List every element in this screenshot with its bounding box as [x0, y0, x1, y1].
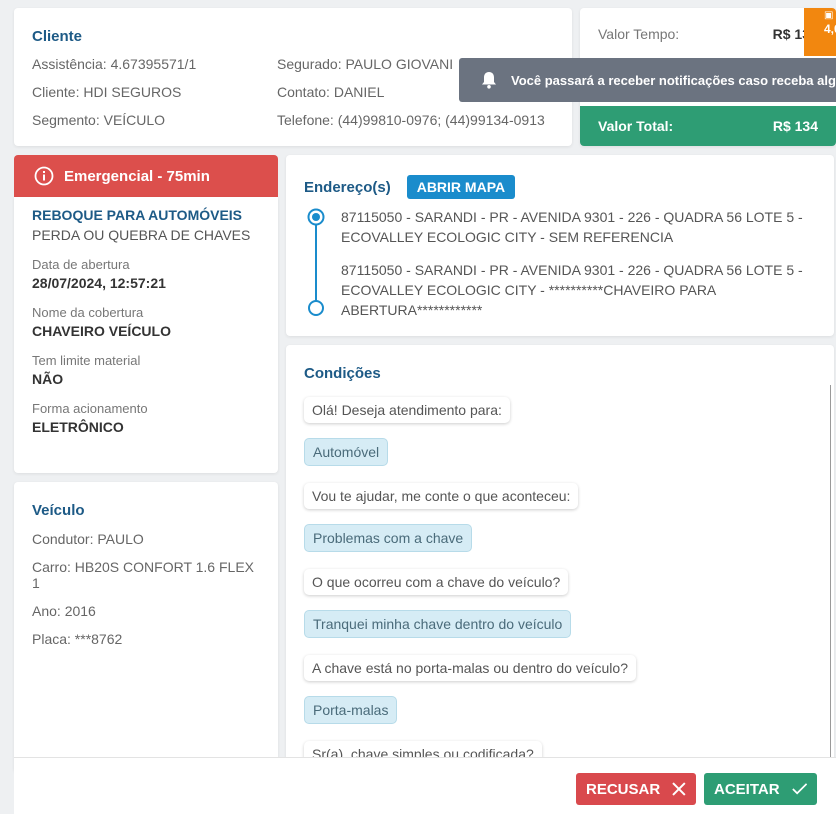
servico-motivo: PERDA OU QUEBRA DE CHAVES — [32, 227, 251, 243]
cobertura-label: Nome da cobertura — [32, 305, 144, 320]
servico-tipo: REBOQUE PARA AUTOMÓVEIS — [32, 207, 243, 223]
endereco-title: Endereço(s) — [304, 178, 391, 196]
endereco-destino: 87115050 - SARANDI - PR - AVENIDA 9301 -… — [341, 262, 803, 318]
chat-answer: Porta-malas — [304, 696, 398, 724]
close-icon — [672, 782, 686, 796]
forma-acionamento-value: ELETRÔNICO — [32, 419, 124, 435]
veiculo-title: Veículo — [32, 502, 85, 519]
segurado-label: Segurado: — [277, 56, 342, 72]
valor-tempo-row: Valor Tempo: R$ 13 — [598, 26, 818, 42]
cliente-label: Cliente: — [32, 84, 80, 100]
bell-icon — [482, 72, 496, 89]
veiculo-ano: Ano: 2016 — [32, 603, 96, 619]
assistencia-value: 4.67395571/1 — [110, 56, 197, 72]
condicoes-scrollbar[interactable] — [830, 385, 834, 765]
action-footer: RECUSAR ACEITAR — [14, 757, 836, 814]
contato-value: DANIEL — [333, 84, 385, 100]
contato-label: Contato: — [277, 84, 330, 100]
aceitar-label: ACEITAR — [714, 780, 780, 798]
telefone-label: Telefone: — [277, 112, 334, 128]
data-abertura-value: 28/07/2024, 12:57:21 — [32, 275, 166, 291]
servico-card: REBOQUE PARA AUTOMÓVEIS PERDA OU QUEBRA … — [14, 197, 278, 473]
assistencia-label: Assistência: — [32, 56, 107, 72]
abrir-mapa-button[interactable]: ABRIR MAPA — [406, 175, 516, 199]
chat-question: O que ocorreu com a chave do veículo? — [304, 569, 569, 595]
cliente-value: HDI SEGUROS — [83, 84, 182, 100]
valor-total-label: Valor Total: — [598, 118, 674, 134]
veiculo-carro: Carro: HB20S CONFORT 1.6 FLEX 1 — [32, 559, 254, 591]
chat-question: Vou te ajudar, me conte o que aconteceu: — [304, 483, 579, 509]
chat-question: A chave está no porta-malas ou dentro do… — [304, 655, 636, 681]
emergencial-header: Emergencial - 75min — [14, 155, 278, 197]
chat-answer: Automóvel — [304, 438, 389, 466]
telefone-field: Telefone: (44)99810-0976; (44)99134-0913 — [277, 112, 545, 128]
valor-total-row: Valor Total: R$ 134 — [580, 106, 836, 146]
chat-question: Olá! Deseja atendimento para: — [304, 397, 510, 423]
telefone-link[interactable]: (44)99810-0976; (44)99134-0913 — [338, 112, 545, 128]
aceitar-button[interactable]: ACEITAR — [704, 773, 817, 805]
endereco-origem: 87115050 - SARANDI - PR - AVENIDA 9301 -… — [341, 209, 803, 245]
check-icon — [791, 783, 807, 795]
limite-material-value: NÃO — [32, 371, 64, 387]
assistencia-field: Assistência: 4.67395571/1 — [32, 56, 196, 72]
chat-answer: Problemas com a chave — [304, 524, 473, 552]
badge-value: 4,0 — [824, 22, 836, 36]
toast-text: Você passará a receber notificações caso… — [511, 72, 836, 88]
forma-acionamento-label: Forma acionamento — [32, 401, 148, 416]
recusar-label: RECUSAR — [586, 780, 661, 798]
condicoes-card: Condições Olá! Deseja atendimento para: … — [286, 345, 834, 765]
cliente-title: Cliente — [32, 28, 83, 45]
orange-badge[interactable]: ▣ 4,0 — [804, 8, 836, 56]
notification-toast[interactable]: Você passará a receber notificações caso… — [459, 58, 836, 102]
segurado-field: Segurado: PAULO GIOVANI — [277, 56, 453, 72]
cliente-field: Cliente: HDI SEGUROS — [32, 84, 181, 100]
veiculo-condutor: Condutor: PAULO — [32, 531, 144, 547]
condicoes-title: Condições — [304, 365, 381, 382]
recusar-button[interactable]: RECUSAR — [576, 773, 696, 805]
veiculo-card: Veículo Condutor: PAULO Carro: HB20S CON… — [14, 482, 278, 772]
data-abertura-label: Data de abertura — [32, 257, 130, 272]
segurado-value: PAULO GIOVANI — [345, 56, 454, 72]
segmento-value: VEÍCULO — [103, 112, 166, 128]
cobertura-value: CHAVEIRO VEÍCULO — [32, 323, 171, 339]
emergencial-label: Emergencial - 75min — [64, 167, 210, 185]
contato-field: Contato: DANIEL — [277, 84, 384, 100]
badge-icon: ▣ — [824, 10, 834, 21]
veiculo-placa: Placa: ***8762 — [32, 631, 123, 647]
valor-total-value: R$ 134 — [772, 118, 818, 134]
info-icon — [34, 166, 54, 186]
endereco-header: Endereço(s) ABRIR MAPA — [304, 175, 516, 199]
chat-answer: Tranquei minha chave dentro do veículo — [304, 610, 572, 638]
address-timeline — [307, 208, 325, 316]
endereco-card: Endereço(s) ABRIR MAPA 87115050 - SARAND… — [286, 155, 834, 336]
segmento-label: Segmento: — [32, 112, 100, 128]
limite-material-label: Tem limite material — [32, 353, 141, 368]
segmento-field: Segmento: VEÍCULO — [32, 112, 165, 128]
valor-tempo-label: Valor Tempo: — [598, 26, 680, 42]
